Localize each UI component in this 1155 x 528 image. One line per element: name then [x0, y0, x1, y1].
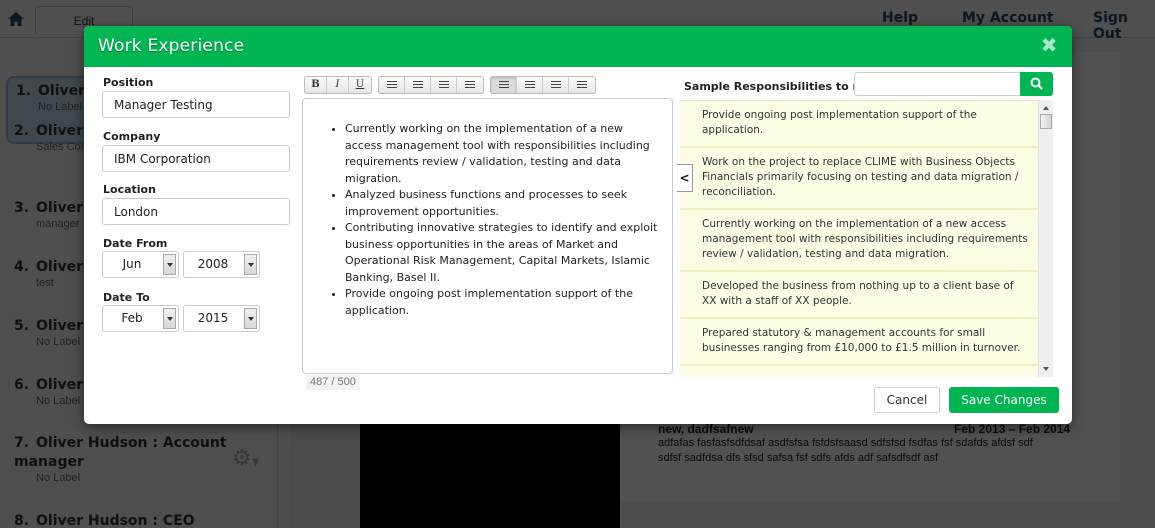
bullet-item: Provide ongoing post implementation supp… [345, 286, 658, 319]
date-from-month-select[interactable]: Jun [102, 251, 179, 278]
company-input[interactable] [102, 145, 290, 172]
chevron-down-icon[interactable] [163, 308, 176, 329]
align-group [490, 76, 596, 94]
bullet-list: Currently working on the implementation … [331, 121, 658, 319]
sample-item[interactable]: Developed the business from nothing up t… [680, 272, 1038, 319]
bullet-item: Currently working on the implementation … [345, 121, 658, 187]
add-sample-button[interactable]: < [677, 164, 693, 192]
bullet-item: Contributing innovative strategies to id… [345, 220, 658, 286]
modal-title: Work Experience [98, 36, 245, 56]
search-button[interactable] [1020, 72, 1053, 96]
save-changes-button[interactable]: Save Changes [949, 387, 1059, 413]
scroll-down-icon[interactable] [1043, 367, 1049, 371]
align-left-icon[interactable] [491, 77, 517, 93]
location-label: Location [103, 183, 156, 196]
numbered-list-icon[interactable] [405, 77, 431, 93]
list-group [378, 76, 484, 94]
align-center-icon[interactable] [543, 77, 569, 93]
close-icon[interactable]: ✖ [1040, 35, 1058, 55]
indent-icon[interactable] [457, 77, 483, 93]
italic-button[interactable]: I [327, 77, 349, 93]
work-experience-modal: Work Experience ✖ Position Company Locat… [84, 26, 1072, 424]
align-right-icon[interactable] [517, 77, 543, 93]
search-icon [1030, 77, 1043, 90]
sample-responsibilities-label: Sample Responsibilities to review [684, 80, 856, 93]
sample-responsibilities-list: Provide ongoing post implementation supp… [680, 100, 1038, 377]
scroll-up-icon[interactable] [1043, 106, 1049, 110]
sample-list-scrollbar[interactable] [1038, 100, 1053, 377]
format-group: B I U [304, 76, 372, 94]
position-input[interactable] [102, 91, 290, 118]
editor-toolbar: B I U [304, 76, 602, 94]
selected-value: 2015 [197, 311, 229, 325]
selected-value: 2008 [197, 257, 229, 271]
sample-item[interactable]: Currently working on the implementation … [680, 210, 1038, 272]
bullet-list-icon[interactable] [379, 77, 405, 93]
outdent-icon[interactable] [431, 77, 457, 93]
chevron-left-icon: < [679, 171, 690, 185]
date-to-month-select[interactable]: Feb [102, 305, 179, 332]
position-label: Position [103, 76, 154, 89]
underline-button[interactable]: U [349, 77, 371, 93]
sample-item[interactable]: Work on the project to replace CLIME wit… [680, 148, 1038, 210]
location-input[interactable] [102, 198, 290, 225]
sample-item[interactable]: Provide ongoing post implementation supp… [680, 101, 1038, 148]
date-to-year-select[interactable]: 2015 [183, 305, 260, 332]
character-count: 487 / 500 [306, 375, 360, 390]
cancel-button[interactable]: Cancel [874, 387, 940, 413]
modal-header: Work Experience ✖ [84, 26, 1072, 67]
responsibilities-editor[interactable]: Currently working on the implementation … [302, 98, 673, 374]
sample-search-input[interactable] [854, 72, 1021, 96]
company-label: Company [103, 130, 161, 143]
chevron-down-icon[interactable] [244, 308, 257, 329]
bold-button[interactable]: B [305, 77, 327, 93]
selected-value: Jun [122, 257, 142, 271]
scroll-thumb[interactable] [1040, 114, 1052, 129]
bullet-item: Analyzed business functions and processe… [345, 187, 658, 220]
date-from-year-select[interactable]: 2008 [183, 251, 260, 278]
chevron-down-icon[interactable] [244, 254, 257, 275]
date-from-label: Date From [103, 237, 168, 250]
sample-item[interactable]: Prepared statutory & management accounts… [680, 319, 1038, 366]
chevron-down-icon[interactable] [163, 254, 176, 275]
date-to-label: Date To [103, 291, 150, 304]
selected-value: Feb [121, 311, 143, 325]
align-justify-icon[interactable] [569, 77, 595, 93]
